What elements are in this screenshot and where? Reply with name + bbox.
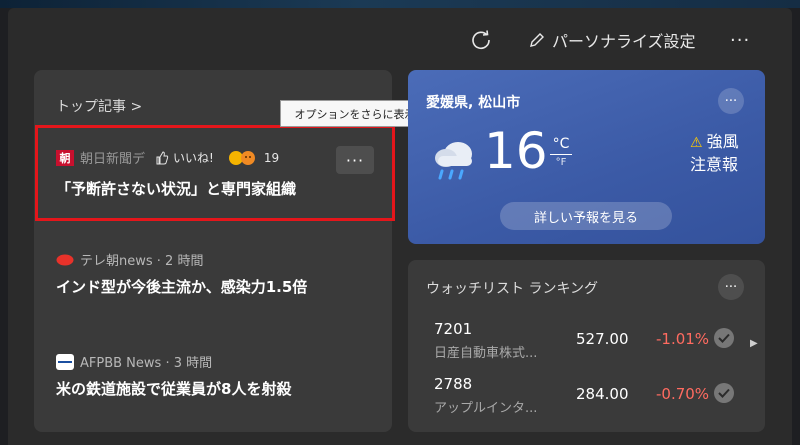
alert-line1: 強風 bbox=[706, 132, 739, 151]
news-meta: AFPBB News · 3 時間 bbox=[56, 352, 212, 371]
reaction-emoji-icon bbox=[228, 150, 255, 165]
stock-name: アップルインタ... bbox=[434, 401, 538, 416]
news-headline[interactable]: 米の鉄道施設で従業員が8人を射殺 bbox=[56, 378, 291, 399]
weather-more-button[interactable]: ··· bbox=[718, 88, 744, 114]
forecast-button[interactable]: 詳しい予報を見る bbox=[500, 202, 672, 230]
more-icon: ··· bbox=[724, 279, 738, 295]
stock-code: 2788 bbox=[434, 375, 473, 393]
refresh-button[interactable] bbox=[470, 28, 494, 52]
stock-price: 527.00 bbox=[576, 330, 629, 348]
check-icon[interactable] bbox=[714, 328, 734, 348]
like-label: いいね! bbox=[173, 151, 214, 165]
watchlist-more-button[interactable]: ··· bbox=[718, 274, 744, 300]
news-item[interactable]: AFPBB News · 3 時間 米の鉄道施設で従業員が8人を射殺 bbox=[34, 348, 392, 408]
unit-celsius[interactable]: °C bbox=[550, 136, 572, 152]
pencil-icon bbox=[530, 33, 544, 47]
more-icon: ··· bbox=[724, 93, 738, 109]
stock-row[interactable]: 2788 アップルインタ... 284.00 -0.70% bbox=[408, 375, 765, 425]
stock-change: -0.70% bbox=[656, 385, 710, 403]
watchlist-title[interactable]: ウォッチリスト ランキング bbox=[426, 278, 598, 298]
asahi-logo-icon: 朝 bbox=[56, 149, 74, 166]
reactions[interactable]: 19 bbox=[228, 150, 279, 166]
weather-card[interactable]: 愛媛県, 松山市 ··· 16 °C °F ⚠ 強風 注意報 詳しい予報を見る bbox=[408, 70, 765, 244]
more-options-button[interactable]: ··· bbox=[730, 28, 752, 52]
news-source: テレ朝news · 2 時間 bbox=[80, 254, 204, 269]
alert-line2: 注意報 bbox=[690, 155, 739, 175]
desktop-background bbox=[0, 0, 800, 8]
weather-alert[interactable]: ⚠ 強風 注意報 bbox=[690, 130, 739, 176]
more-icon: ··· bbox=[345, 150, 365, 170]
news-meta: テレ朝news · 2 時間 bbox=[56, 250, 203, 269]
thumbs-up-icon bbox=[156, 150, 169, 164]
afpbb-logo-icon bbox=[56, 353, 74, 370]
unit-divider bbox=[550, 154, 572, 155]
stock-row[interactable]: 7201 日産自動車株式... 527.00 -1.01% bbox=[408, 320, 765, 370]
temperature-unit-toggle[interactable]: °C °F bbox=[550, 136, 572, 168]
like-button[interactable]: いいね! bbox=[155, 149, 214, 166]
news-headline[interactable]: 「予断許さない状況」と専門家組織 bbox=[56, 178, 296, 199]
refresh-icon bbox=[472, 30, 490, 50]
news-headline[interactable]: インド型が今後主流か、感染力1.5倍 bbox=[56, 276, 307, 297]
news-item[interactable]: テレ朝news · 2 時間 インド型が今後主流か、感染力1.5倍 bbox=[34, 246, 392, 306]
temperature: 16 bbox=[484, 122, 548, 180]
watchlist-card: ウォッチリスト ランキング ··· 7201 日産自動車株式... 527.00… bbox=[408, 260, 765, 432]
tv-asahi-logo-icon bbox=[56, 254, 74, 265]
personalize-button[interactable]: パーソナライズ設定 bbox=[528, 28, 696, 52]
next-arrow-icon[interactable]: ▶ bbox=[750, 338, 758, 349]
rain-cloud-icon bbox=[435, 142, 472, 180]
check-icon[interactable] bbox=[714, 383, 734, 403]
stock-price: 284.00 bbox=[576, 385, 629, 403]
weather-location: 愛媛県, 松山市 bbox=[426, 95, 521, 111]
stock-name: 日産自動車株式... bbox=[434, 346, 538, 361]
news-source: 朝日新聞デ bbox=[80, 152, 146, 167]
news-more-options-button[interactable]: ··· bbox=[336, 146, 374, 174]
more-icon: ··· bbox=[730, 29, 751, 51]
news-source: AFPBB News · 3 時間 bbox=[80, 356, 213, 371]
unit-fahrenheit[interactable]: °F bbox=[550, 157, 572, 168]
reaction-count: 19 bbox=[263, 150, 280, 165]
stock-change: -1.01% bbox=[656, 330, 710, 348]
personalize-label: パーソナライズ設定 bbox=[552, 32, 696, 51]
warning-icon: ⚠ bbox=[690, 135, 703, 151]
top-stories-title[interactable]: トップ記事 > bbox=[56, 96, 142, 116]
news-meta: 朝 朝日新聞デ いいね! 19 bbox=[56, 148, 279, 167]
stock-code: 7201 bbox=[434, 320, 473, 338]
